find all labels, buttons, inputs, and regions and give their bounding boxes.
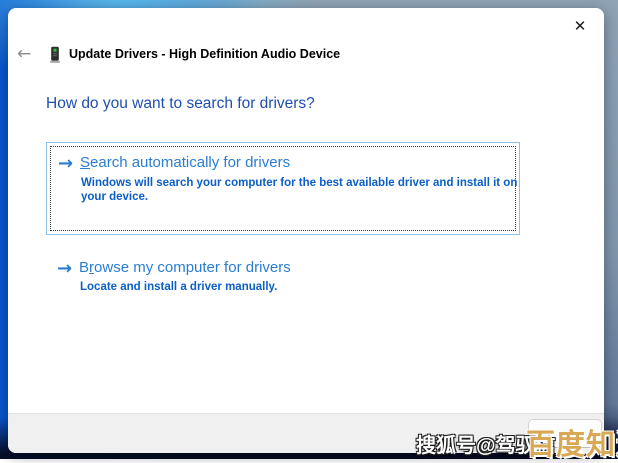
- arrow-right-icon: →: [58, 155, 73, 173]
- option-search-description: Windows will search your computer for th…: [81, 176, 523, 204]
- option-search-title: Search automatically for drivers: [80, 154, 290, 171]
- option-browse-title-post: owse my computer for drivers: [94, 259, 291, 276]
- dialog-title: Update Drivers - High Definition Audio D…: [69, 47, 340, 61]
- option-search-title-accelerator: S: [80, 154, 90, 171]
- option-browse-title: Browse my computer for drivers: [79, 259, 291, 276]
- back-arrow-icon[interactable]: ←: [17, 46, 37, 63]
- dialog-header: ← Update Drivers - High Definition Audio…: [8, 42, 604, 66]
- option-browse-computer[interactable]: → Browse my computer for drivers Locate …: [46, 252, 520, 304]
- option-browse-title-pre: B: [79, 259, 89, 276]
- cancel-button[interactable]: [528, 419, 602, 448]
- audio-device-icon: [48, 46, 62, 63]
- arrow-right-icon: →: [57, 260, 72, 278]
- dialog-footer: [8, 413, 604, 453]
- close-icon[interactable]: ✕: [563, 13, 597, 39]
- update-drivers-dialog: ✕ ← Update Drivers - High Definition Aud…: [8, 8, 604, 453]
- option-browse-description: Locate and install a driver manually.: [80, 280, 522, 294]
- page-title: How do you want to search for drivers?: [46, 95, 315, 113]
- option-search-title-post: earch automatically for drivers: [90, 154, 290, 171]
- option-search-automatically[interactable]: → Search automatically for drivers Windo…: [46, 142, 520, 235]
